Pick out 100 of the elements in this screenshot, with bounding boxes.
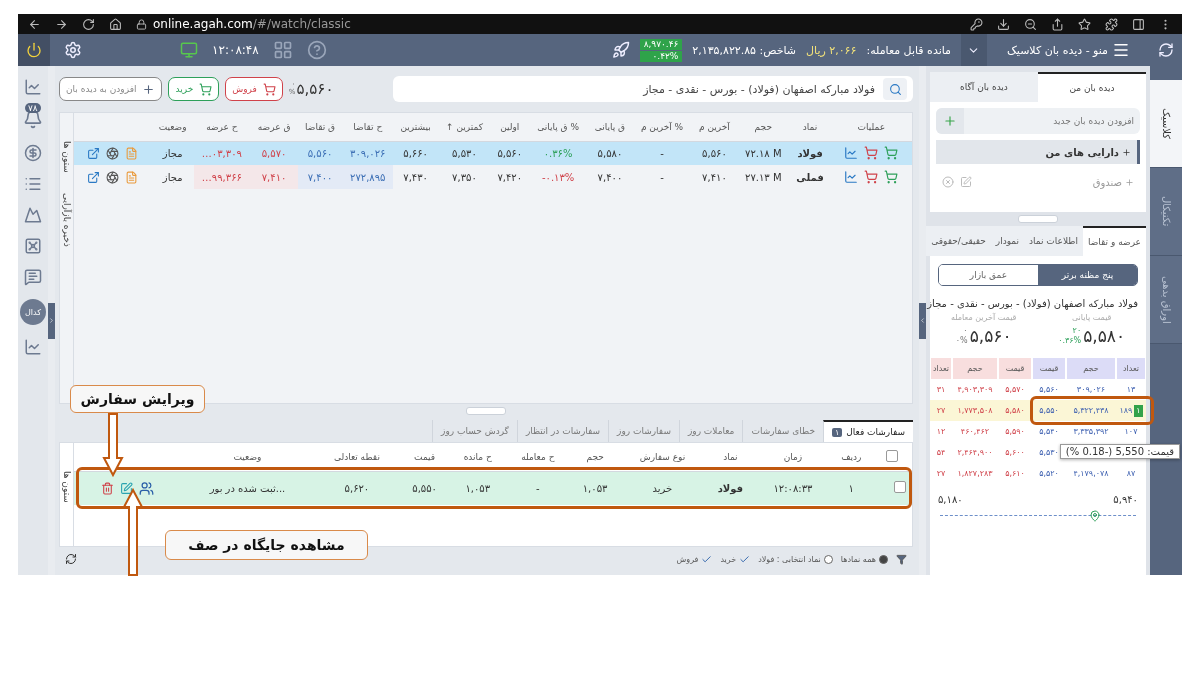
last-trade-price: ۵,۵۶۰ xyxy=(969,326,1012,346)
book-cell-text: ۸۷ xyxy=(1125,469,1137,478)
column-header[interactable]: آخرین م xyxy=(691,113,738,141)
detail-tab[interactable]: عرضه و تقاضا xyxy=(1082,226,1146,256)
column-header[interactable]: کمترین ↑ xyxy=(438,113,491,141)
column-header[interactable]: ح عرضه xyxy=(193,113,251,141)
side-label[interactable]: ستون ها xyxy=(61,141,72,173)
column-header[interactable]: وضعیت xyxy=(180,443,315,471)
table-cell: ۵,۵۵۰ xyxy=(399,471,450,505)
add-to-watchlist-button[interactable]: افزودن به دیده بان xyxy=(59,77,163,101)
price-tooltip: قیمت: 5,550 (-0.18 %) xyxy=(1059,444,1180,459)
column-header[interactable]: ح معامله xyxy=(505,443,570,471)
book-cell-text: ۵,۳۲۲,۴۳۸ xyxy=(1072,406,1110,415)
column-header[interactable]: نقطه تعادلی xyxy=(314,443,400,471)
column-header: تعداد xyxy=(931,358,951,379)
table-cell: ۷,۳۵۰ xyxy=(438,165,491,189)
close-price: ۵,۵۸۰ xyxy=(1083,326,1126,346)
book-cell-text: ۱,۷۷۳,۵۰۸ xyxy=(956,406,994,415)
table-cell: فملی xyxy=(789,165,831,189)
all-symbols-radio[interactable]: همه نمادها xyxy=(840,554,888,564)
column-header[interactable]: اولین xyxy=(490,113,529,141)
balance-value: ۲,۰۶۶ ریال xyxy=(806,43,857,57)
address-bar[interactable]: online.agah.com/#/watch/classic xyxy=(153,17,351,31)
table-cell: ۷,۴۱۰ xyxy=(250,165,298,189)
buy-checkbox[interactable]: خرید xyxy=(720,553,751,565)
table-cell: ۱ xyxy=(829,471,873,505)
depth-toggle[interactable]: پنج مظنه برتر xyxy=(1038,265,1137,285)
watchlist-item[interactable]: دارایی های من xyxy=(936,140,1140,164)
column-header[interactable]: عملیات xyxy=(830,113,912,141)
column-header[interactable]: نماد xyxy=(704,443,757,471)
column-header[interactable]: بیشترین xyxy=(393,113,438,141)
view-tab[interactable]: کلاسیک xyxy=(1150,80,1182,168)
menu-button[interactable]: منو - دیده بان کلاسیک xyxy=(996,41,1140,59)
side-label[interactable]: ذخیره بازآرایی xyxy=(61,192,72,247)
book-cell-text: ۱۲ xyxy=(935,427,947,436)
table-cell: ۷,۴۰۰ xyxy=(587,165,633,189)
column-header[interactable]: ق پایانی xyxy=(587,113,633,141)
column-header[interactable]: وضعیت xyxy=(151,113,194,141)
column-header[interactable]: ق عرضه xyxy=(250,113,298,141)
close-change: ۲۰ ۰.۳۶% xyxy=(1058,326,1082,346)
orders-tab[interactable]: سفارشات فعال ۱ xyxy=(822,420,913,442)
column-header[interactable]: % ق پایانی xyxy=(528,113,588,141)
book-cell-text: ۳۱ xyxy=(935,385,947,394)
table-cell: ۲۷.۱۳ M xyxy=(737,165,790,189)
table-cell: …۹۹,۳۶۶ xyxy=(193,165,251,189)
last-change: ۰ ۰% xyxy=(955,326,968,346)
own-order-badge: ۱ xyxy=(1134,404,1143,417)
book-cell-text: ۴۶۰,۴۶۲ xyxy=(959,427,991,436)
book-cell-text: ۲۷ xyxy=(935,406,947,415)
range-max: ۵,۹۴۰ xyxy=(1113,494,1138,505)
column-header[interactable]: قیمت xyxy=(399,443,450,471)
column-header[interactable]: ق تقاضا xyxy=(297,113,343,141)
column-header: حجم xyxy=(953,358,997,379)
clock: ۱۲:۰۸:۴۸ xyxy=(212,43,259,57)
callout-label: مشاهده جایگاه در صف xyxy=(165,530,368,560)
table-cell: -۰.۱۳% xyxy=(528,165,588,189)
book-cell-text: ۴,۹۰۳,۳۰۹ xyxy=(956,385,994,394)
book-cell-text: ۵,۵۷۰ xyxy=(1004,385,1026,394)
column-header: قیمت xyxy=(999,358,1031,379)
column-header[interactable]: زمان xyxy=(756,443,830,471)
book-cell-text: ۵,۵۸۰ xyxy=(1004,406,1026,415)
table-cell: - xyxy=(505,471,570,505)
table-cell: ثبت شده در بور... xyxy=(180,471,315,505)
book-cell-text: ۳۰۹,۰۲۶ xyxy=(1075,385,1107,394)
codal-button[interactable]: کدال xyxy=(20,299,46,325)
table-cell: ۱۲:۰۸:۳۳ xyxy=(756,471,830,505)
watchlist-tab[interactable]: دیده بان آگاه xyxy=(930,72,1038,102)
table-cell: ۱,۰۵۳ xyxy=(449,471,506,505)
book-cell-text: ۵,۶۱۰ xyxy=(1004,469,1026,478)
selected-symbol-radio[interactable]: نماد انتخابی : فولاد xyxy=(758,554,833,564)
column-header[interactable]: % آخرین م xyxy=(632,113,692,141)
sell-checkbox[interactable]: فروش xyxy=(676,553,713,565)
column-header[interactable]: ردیف xyxy=(829,443,873,471)
table-cell: ۷۲.۱۸ M xyxy=(737,141,790,165)
search-field[interactable]: فولاد مبارکه اصفهان (فولاد) - بورس - نقدی - مجاز xyxy=(393,76,913,102)
column-header[interactable]: حجم xyxy=(737,113,790,141)
table-cell: ۱,۰۵۳ xyxy=(569,471,621,505)
watchlist-tab[interactable]: دیده بان من xyxy=(1038,72,1146,102)
table-cell: ۵,۵۷۰ xyxy=(250,141,298,165)
table-cell: ۵,۵۳۰ xyxy=(438,141,491,165)
last-price-label: قیمت آخرین معامله xyxy=(950,313,1017,322)
column-header[interactable]: نوع سفارش xyxy=(620,443,705,471)
column-header[interactable]: حجم xyxy=(569,443,621,471)
range-min: ۵,۱۸۰ xyxy=(938,494,963,505)
column-header[interactable]: نماد xyxy=(789,113,831,141)
book-cell-text: ۲۷ xyxy=(935,469,947,478)
column-header[interactable]: ح مانده xyxy=(449,443,506,471)
table-cell: ۵,۶۲۰ xyxy=(314,471,400,505)
buy-button[interactable]: خرید xyxy=(168,77,220,101)
side-label[interactable]: ستون ها xyxy=(61,471,72,503)
book-cell-text: ۵,۶۰۰ xyxy=(1004,448,1026,457)
table-cell: خرید xyxy=(620,471,705,505)
sell-button[interactable]: فروش xyxy=(225,77,283,101)
close-price-label: قیمت پایانی xyxy=(1071,313,1112,322)
table-cell: - xyxy=(632,165,692,189)
book-cell-text: ۵,۵۵۰ xyxy=(1038,406,1060,415)
book-cell-text: ۳,۳۳۵,۳۹۲ xyxy=(1072,427,1110,436)
column-header[interactable]: ح تقاضا xyxy=(342,113,394,141)
column-header: حجم xyxy=(1067,358,1115,379)
book-cell-text: ۵,۵۴۰ xyxy=(1038,427,1060,436)
